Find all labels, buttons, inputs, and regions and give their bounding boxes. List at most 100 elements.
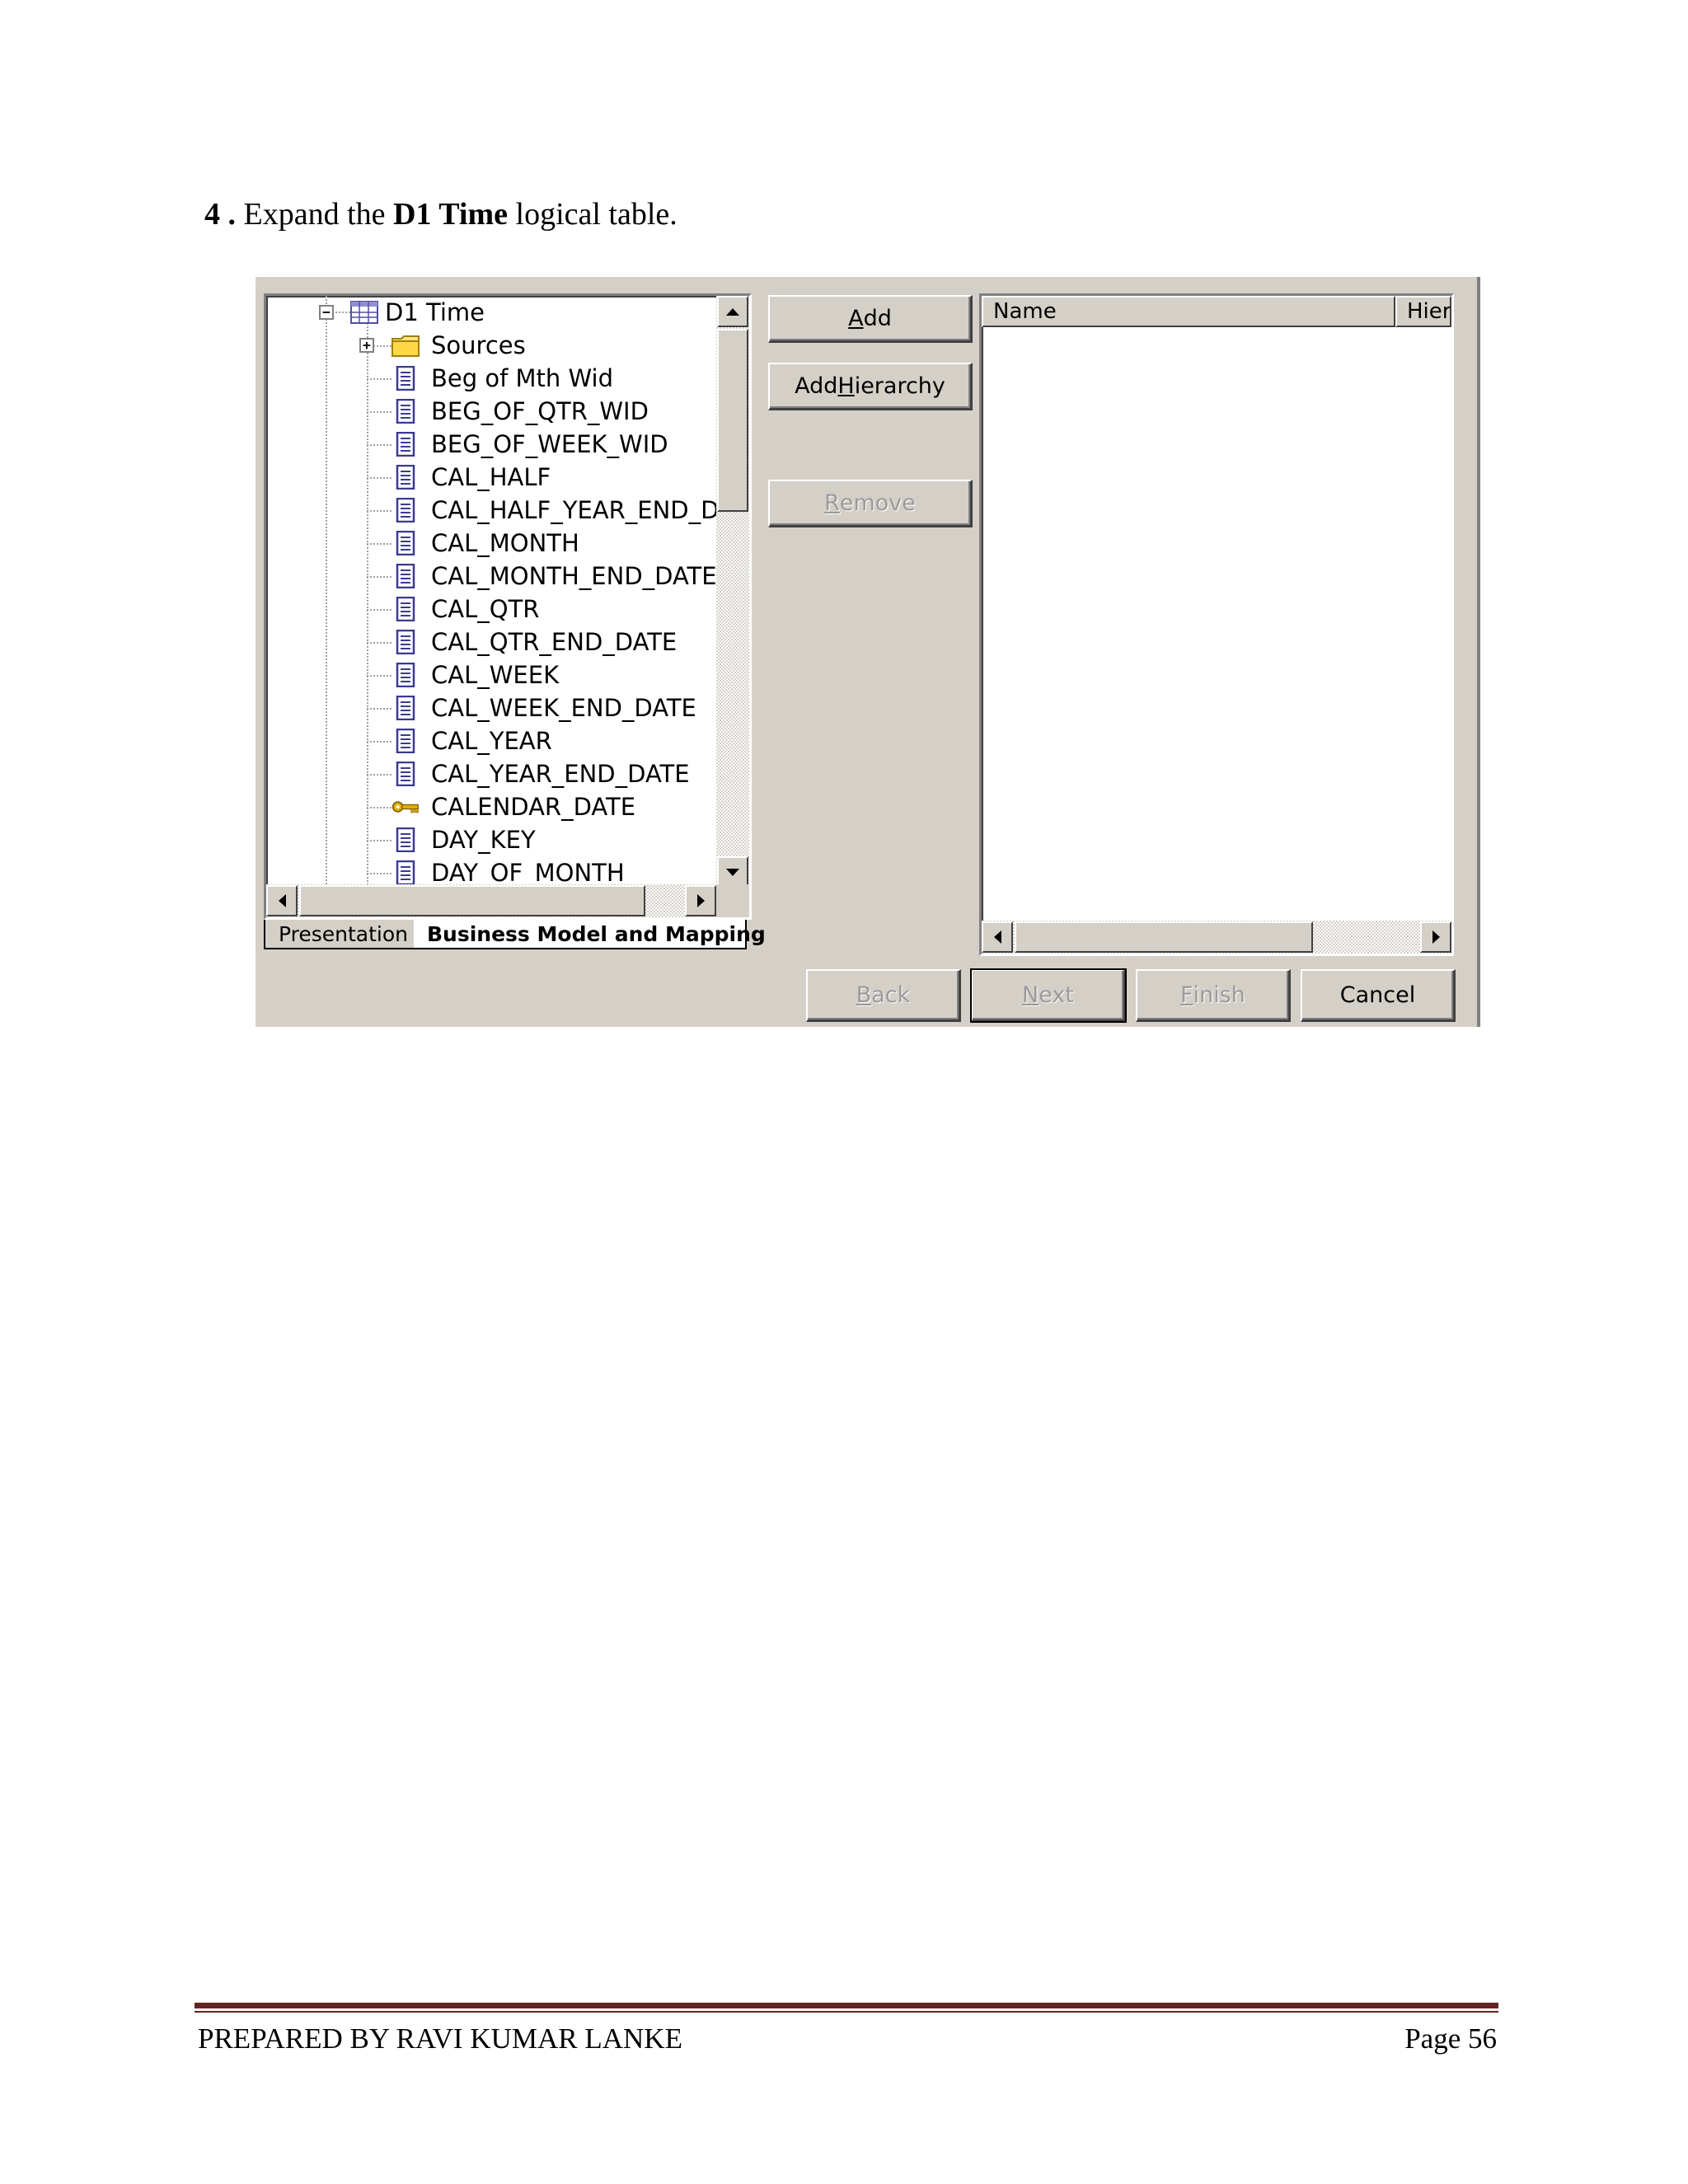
tree-row[interactable]: CAL_WEEK_END_DATE xyxy=(359,691,696,724)
list-horizontal-scrollbar[interactable] xyxy=(982,921,1451,954)
tree-item-label: CAL_QTR_END_DATE xyxy=(431,628,678,656)
finish-button[interactable]: Finish xyxy=(1136,969,1291,1022)
arrow-right-icon xyxy=(1432,930,1440,944)
tree-horizontal-scrollbar[interactable] xyxy=(266,884,716,917)
scroll-left-button[interactable] xyxy=(266,885,298,916)
tree-item-label: DAY_KEY xyxy=(431,826,536,854)
tree-row[interactable]: DAY_KEY xyxy=(359,823,536,856)
step-bold-text: D1 Time xyxy=(393,197,509,232)
step-text-before: Expand the xyxy=(243,197,386,232)
column-icon xyxy=(392,497,420,523)
column-icon xyxy=(392,860,420,886)
add-button[interactable]: Add xyxy=(768,295,973,343)
back-button[interactable]: Back xyxy=(806,969,961,1022)
tree-root-label: D1 Time xyxy=(385,298,485,326)
tree-row[interactable]: CAL_HALF xyxy=(359,461,551,494)
scroll-down-button[interactable] xyxy=(717,856,748,888)
tree-row[interactable]: CAL_WEEK xyxy=(359,658,559,691)
tree-item-label: CAL_WEEK xyxy=(431,661,560,689)
tab-presentation[interactable]: Presentation xyxy=(264,920,417,949)
arrow-down-icon xyxy=(726,868,739,876)
tree-vscroll-thumb[interactable] xyxy=(717,329,748,512)
tree-row[interactable]: BEG_OF_QTR_WID xyxy=(359,395,649,428)
tree-row[interactable]: BEG_OF_WEEK_WID xyxy=(359,428,668,461)
scroll-right-button[interactable] xyxy=(685,885,716,916)
tree-item-label: BEG_OF_WEEK_WID xyxy=(431,430,668,458)
column-icon xyxy=(392,530,420,556)
tree-row[interactable]: CAL_MONTH_END_DATE xyxy=(359,560,716,593)
arrow-up-icon xyxy=(726,307,739,316)
footer-rule-thick xyxy=(195,2003,1498,2008)
collapse-icon[interactable]: − xyxy=(319,305,334,320)
tree-item-label: CAL_HALF_YEAR_END_DA xyxy=(431,496,716,524)
tree-item-label: CALENDAR_DATE xyxy=(431,793,636,821)
tree-item-label: DAY_OF_MONTH xyxy=(431,859,625,887)
column-icon xyxy=(392,695,420,721)
tree-row[interactable]: CAL_YEAR xyxy=(359,724,552,757)
list-scroll-right-button[interactable] xyxy=(1420,921,1451,953)
tree-view: − D1 Time + Sources Beg of Mth Wid BEG_OF_Q… xyxy=(266,296,716,888)
column-icon xyxy=(392,761,420,787)
column-header-hier[interactable]: Hier xyxy=(1395,296,1451,327)
hierarchy-list-panel: Name Hier xyxy=(979,293,1454,956)
remove-button[interactable]: Remove xyxy=(768,480,973,527)
tree-item-label: CAL_YEAR_END_DATE xyxy=(431,760,690,788)
logical-table-icon xyxy=(350,299,378,326)
tree-row[interactable]: CAL_QTR xyxy=(359,593,539,626)
add-hierarchy-button[interactable]: Add Hierarchy xyxy=(768,363,973,410)
tree-guide-root xyxy=(326,296,327,888)
tree-row[interactable]: Sources xyxy=(359,329,526,362)
scroll-up-button[interactable] xyxy=(717,296,748,327)
cancel-button[interactable]: Cancel xyxy=(1301,969,1456,1022)
key-icon xyxy=(392,794,420,820)
tree-row[interactable]: DAY_OF_MONTH xyxy=(359,856,625,888)
tree-item-label: CAL_HALF xyxy=(431,463,551,491)
column-icon xyxy=(392,563,420,589)
column-icon xyxy=(392,431,420,457)
list-header: Name Hier xyxy=(982,296,1451,329)
column-icon xyxy=(392,398,420,424)
tree-item-label: BEG_OF_QTR_WID xyxy=(431,397,649,425)
hierarchy-dialog: − D1 Time + Sources Beg of Mth Wid BEG_OF_Q… xyxy=(256,277,1480,1027)
arrow-right-icon xyxy=(696,894,705,907)
tree-row-root[interactable]: − D1 Time xyxy=(319,296,485,329)
tree-row[interactable]: CALENDAR_DATE xyxy=(359,790,635,823)
tree-panel: − D1 Time + Sources Beg of Mth Wid BEG_OF_Q… xyxy=(264,293,752,920)
column-icon xyxy=(392,464,420,490)
scroll-corner xyxy=(716,884,749,917)
tree-item-label: Sources xyxy=(431,331,526,359)
tab-strip: Presentation Business Model and Mapping xyxy=(264,920,766,953)
list-scroll-left-button[interactable] xyxy=(982,921,1013,953)
footer-page-number: Page 56 xyxy=(1404,2022,1497,2055)
tree-item-label: CAL_WEEK_END_DATE xyxy=(431,694,696,722)
tree-item-label: CAL_QTR xyxy=(431,595,540,623)
arrow-left-icon xyxy=(993,930,1001,944)
column-icon xyxy=(392,728,420,754)
tree-item-label: CAL_MONTH_END_DATE xyxy=(431,562,716,590)
column-icon xyxy=(392,662,420,688)
tab-business-model-and-mapping[interactable]: Business Model and Mapping xyxy=(414,920,766,949)
next-button[interactable]: Next xyxy=(970,968,1127,1023)
footer-rule-thin xyxy=(195,2011,1498,2013)
column-header-name[interactable]: Name xyxy=(982,296,1395,327)
tree-item-label: CAL_YEAR xyxy=(431,727,552,755)
tree-hscroll-thumb[interactable] xyxy=(299,885,645,916)
tree-row[interactable]: CAL_YEAR_END_DATE xyxy=(359,757,690,790)
step-text-after: logical table. xyxy=(515,197,678,232)
list-hscroll-thumb[interactable] xyxy=(1015,921,1313,953)
tree-vertical-scrollbar[interactable] xyxy=(716,296,749,888)
column-icon xyxy=(392,596,420,622)
arrow-left-icon xyxy=(278,894,286,907)
tree-row[interactable]: CAL_MONTH xyxy=(359,527,579,560)
step-number: 4 . xyxy=(204,197,236,232)
column-icon xyxy=(392,827,420,853)
tree-row[interactable]: CAL_HALF_YEAR_END_DA xyxy=(359,494,716,527)
tree-item-label: CAL_MONTH xyxy=(431,529,579,557)
tree-row[interactable]: Beg of Mth Wid xyxy=(359,362,613,395)
step-heading: 4 . Expand the D1 Time logical table. xyxy=(204,196,678,232)
folder-icon xyxy=(392,332,420,359)
column-icon xyxy=(392,629,420,655)
footer-author: PREPARED BY RAVI KUMAR LANKE xyxy=(198,2022,682,2055)
tree-row[interactable]: CAL_QTR_END_DATE xyxy=(359,626,677,658)
tree-item-label: Beg of Mth Wid xyxy=(431,364,614,392)
